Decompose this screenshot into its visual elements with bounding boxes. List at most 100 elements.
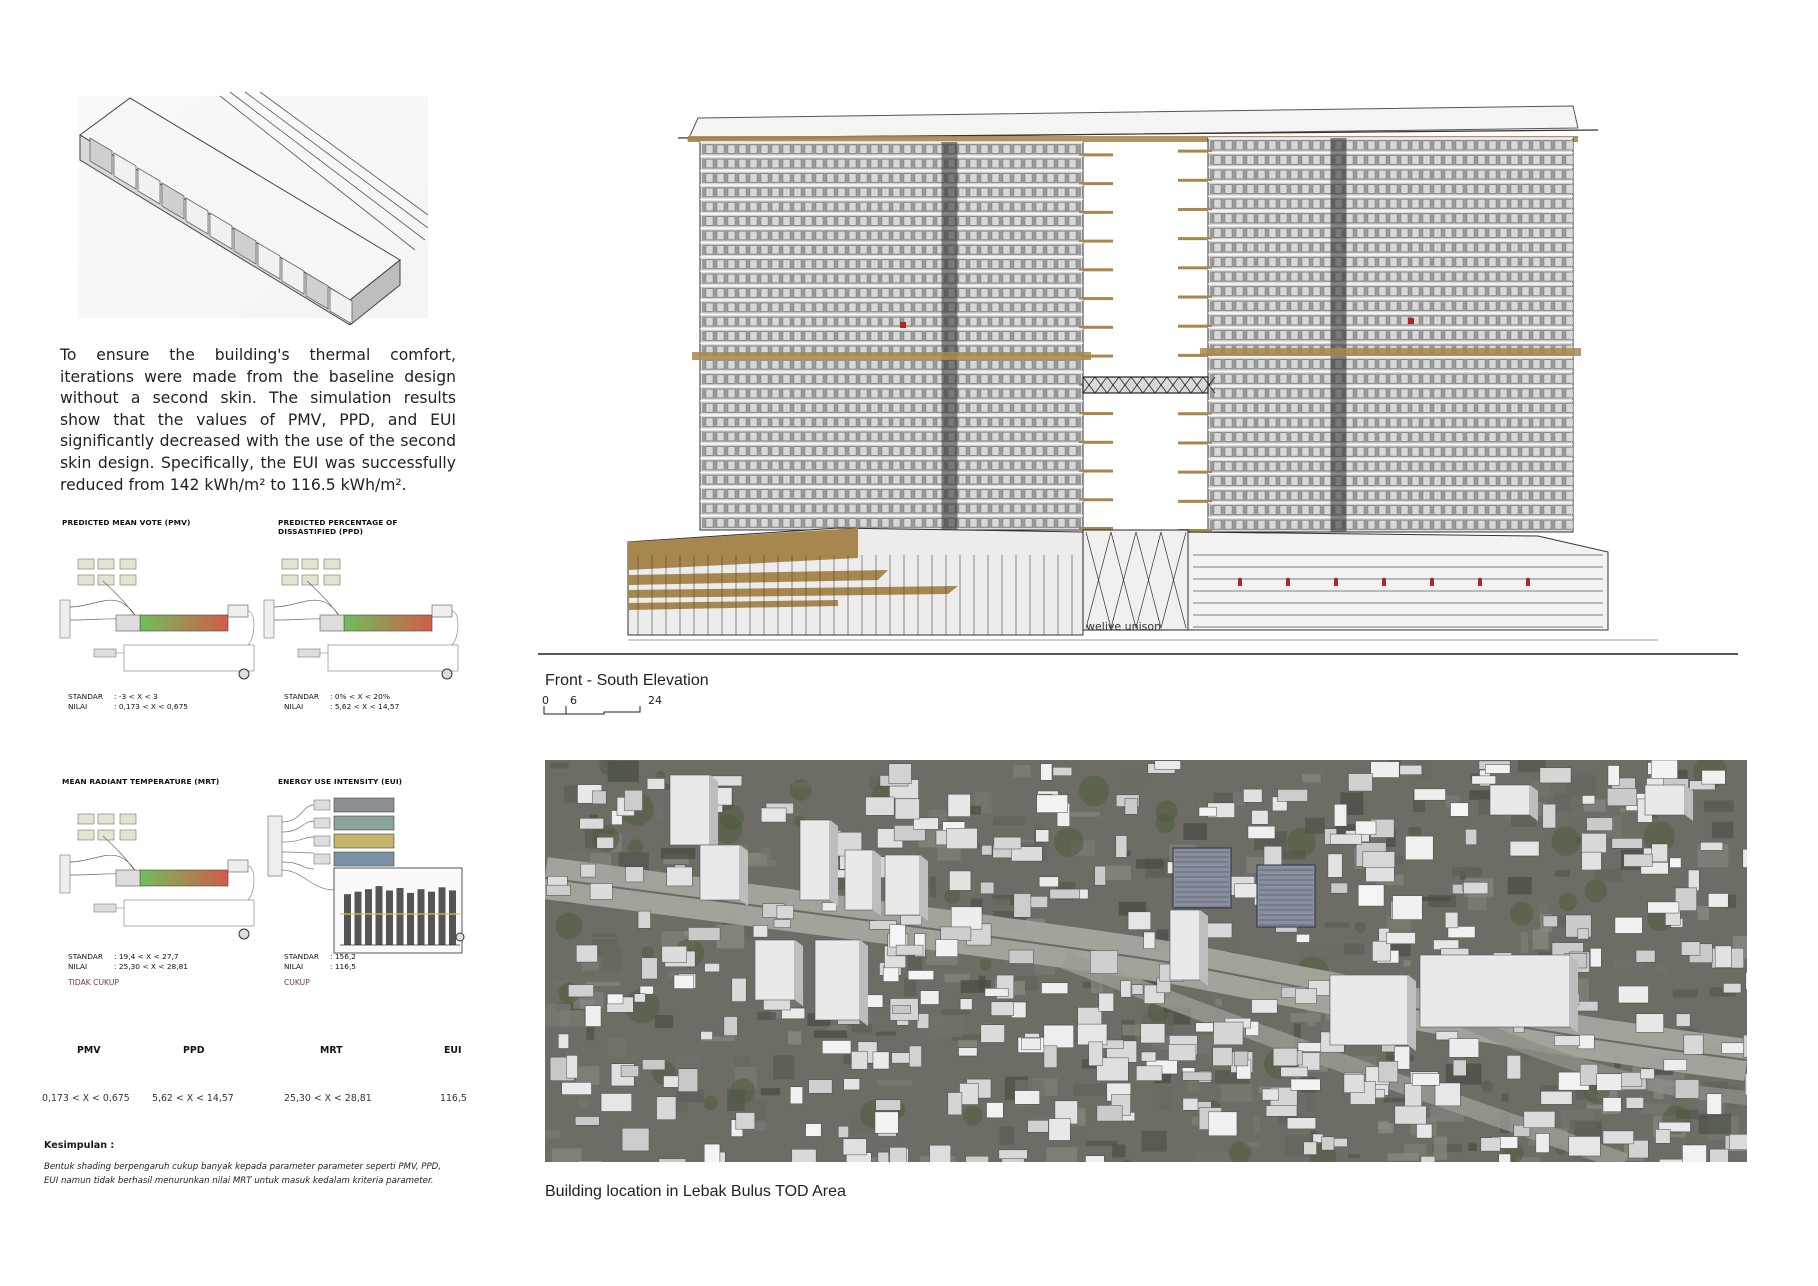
city-block	[1640, 1068, 1655, 1080]
city-block	[1088, 1041, 1103, 1066]
city-block	[1743, 1034, 1747, 1058]
city-block	[1745, 971, 1747, 990]
city-block	[1444, 911, 1459, 929]
city-block	[1729, 1134, 1747, 1150]
city-block	[1498, 1153, 1511, 1162]
city-block	[1154, 760, 1181, 770]
city-block	[1136, 1065, 1163, 1081]
summary-value-mrt: 25,30 < X < 28,81	[284, 1093, 372, 1104]
city-block	[1658, 1158, 1684, 1162]
city-block	[579, 818, 604, 830]
eui-input-panel	[333, 797, 395, 813]
city-block	[589, 883, 613, 900]
city-block	[1043, 1045, 1058, 1068]
city-block	[1463, 882, 1489, 895]
city-block	[1040, 763, 1053, 781]
city-block	[1094, 865, 1106, 886]
city-block	[1143, 931, 1156, 949]
city-block	[1334, 803, 1347, 827]
city-block	[1682, 1144, 1707, 1162]
site-map	[545, 760, 1747, 1162]
input-component	[97, 558, 115, 570]
panel-pmv: PREDICTED MEAN VOTE (PMV)	[62, 518, 262, 527]
tall-building	[1489, 784, 1531, 816]
mrt-values: STANDAR: 19,4 < X < 27,7 NILAI: 25,30 < …	[68, 952, 189, 971]
city-block	[959, 1083, 979, 1105]
city-block	[900, 915, 923, 926]
city-block	[1623, 853, 1653, 867]
input-component	[323, 558, 341, 570]
city-block	[1321, 1136, 1335, 1151]
city-block	[1027, 1120, 1049, 1133]
city-block	[661, 945, 687, 963]
eui-input-panel	[333, 851, 395, 867]
city-block	[1141, 1051, 1157, 1062]
city-block	[1013, 893, 1032, 918]
eui-definition-diagram	[267, 797, 463, 954]
svg-text:6: 6	[570, 694, 577, 707]
summary-header-mrt: MRT	[320, 1045, 343, 1056]
city-block	[882, 965, 900, 982]
city-block	[1568, 1136, 1601, 1157]
city-block	[1263, 845, 1283, 867]
city-block	[1303, 1141, 1317, 1155]
city-block	[1052, 767, 1073, 776]
city-block	[1372, 940, 1391, 962]
city-block	[822, 1040, 852, 1054]
eui-input-panel	[333, 833, 395, 849]
city-block	[585, 1005, 602, 1027]
city-block	[731, 977, 747, 1002]
input-component	[281, 558, 299, 570]
city-block	[1554, 1035, 1580, 1047]
city-block	[1723, 983, 1742, 994]
city-block	[1277, 789, 1308, 802]
city-block	[641, 957, 658, 980]
city-block	[1386, 932, 1416, 945]
eui-bar	[438, 887, 446, 945]
city-block	[717, 787, 733, 806]
city-block	[805, 1123, 822, 1137]
city-block	[1394, 1105, 1427, 1125]
city-block	[1577, 928, 1589, 940]
city-block	[789, 1086, 803, 1105]
city-block	[874, 1111, 899, 1134]
city-block	[576, 944, 598, 963]
city-block	[1611, 838, 1643, 849]
eui-bar	[407, 892, 414, 945]
city-block	[1272, 1047, 1298, 1067]
city-block	[1413, 788, 1446, 801]
city-block	[546, 884, 571, 896]
input-component	[119, 813, 137, 825]
city-block	[909, 1045, 922, 1068]
right-residential-tower	[1178, 137, 1581, 533]
podium-retail	[627, 527, 1084, 636]
city-block	[1465, 828, 1477, 846]
city-block	[1663, 1059, 1687, 1072]
city-block	[1687, 869, 1700, 891]
city-block	[1674, 1079, 1700, 1099]
input-component	[77, 558, 95, 570]
city-block	[1021, 1037, 1041, 1051]
panel-eui: ENERGY USE INTENSITY (EUI)	[278, 777, 458, 786]
mrt-definition-diagram	[59, 813, 255, 927]
city-block	[981, 844, 993, 856]
city-block	[639, 985, 654, 995]
summary-value-pmv: 0,173 < X < 0,675	[42, 1093, 130, 1104]
city-block	[965, 1155, 989, 1162]
city-block	[687, 927, 721, 941]
city-block	[1212, 1047, 1233, 1067]
city-block	[1683, 1034, 1704, 1055]
front-south-elevation: welive unison	[538, 105, 1738, 655]
map-caption: Building location in Lebak Bulus TOD Are…	[545, 1183, 846, 1200]
city-block	[1579, 1063, 1599, 1086]
city-block	[959, 998, 973, 1010]
city-block	[1182, 1071, 1213, 1081]
eui-bar	[344, 894, 351, 945]
city-block	[1295, 988, 1317, 1004]
city-block	[808, 1079, 833, 1094]
city-block	[1539, 767, 1572, 784]
panel-title: PREDICTED MEAN VOTE (PMV)	[62, 518, 191, 527]
city-block	[1721, 1042, 1747, 1054]
city-block	[889, 1147, 907, 1162]
eui-bar	[428, 891, 435, 945]
